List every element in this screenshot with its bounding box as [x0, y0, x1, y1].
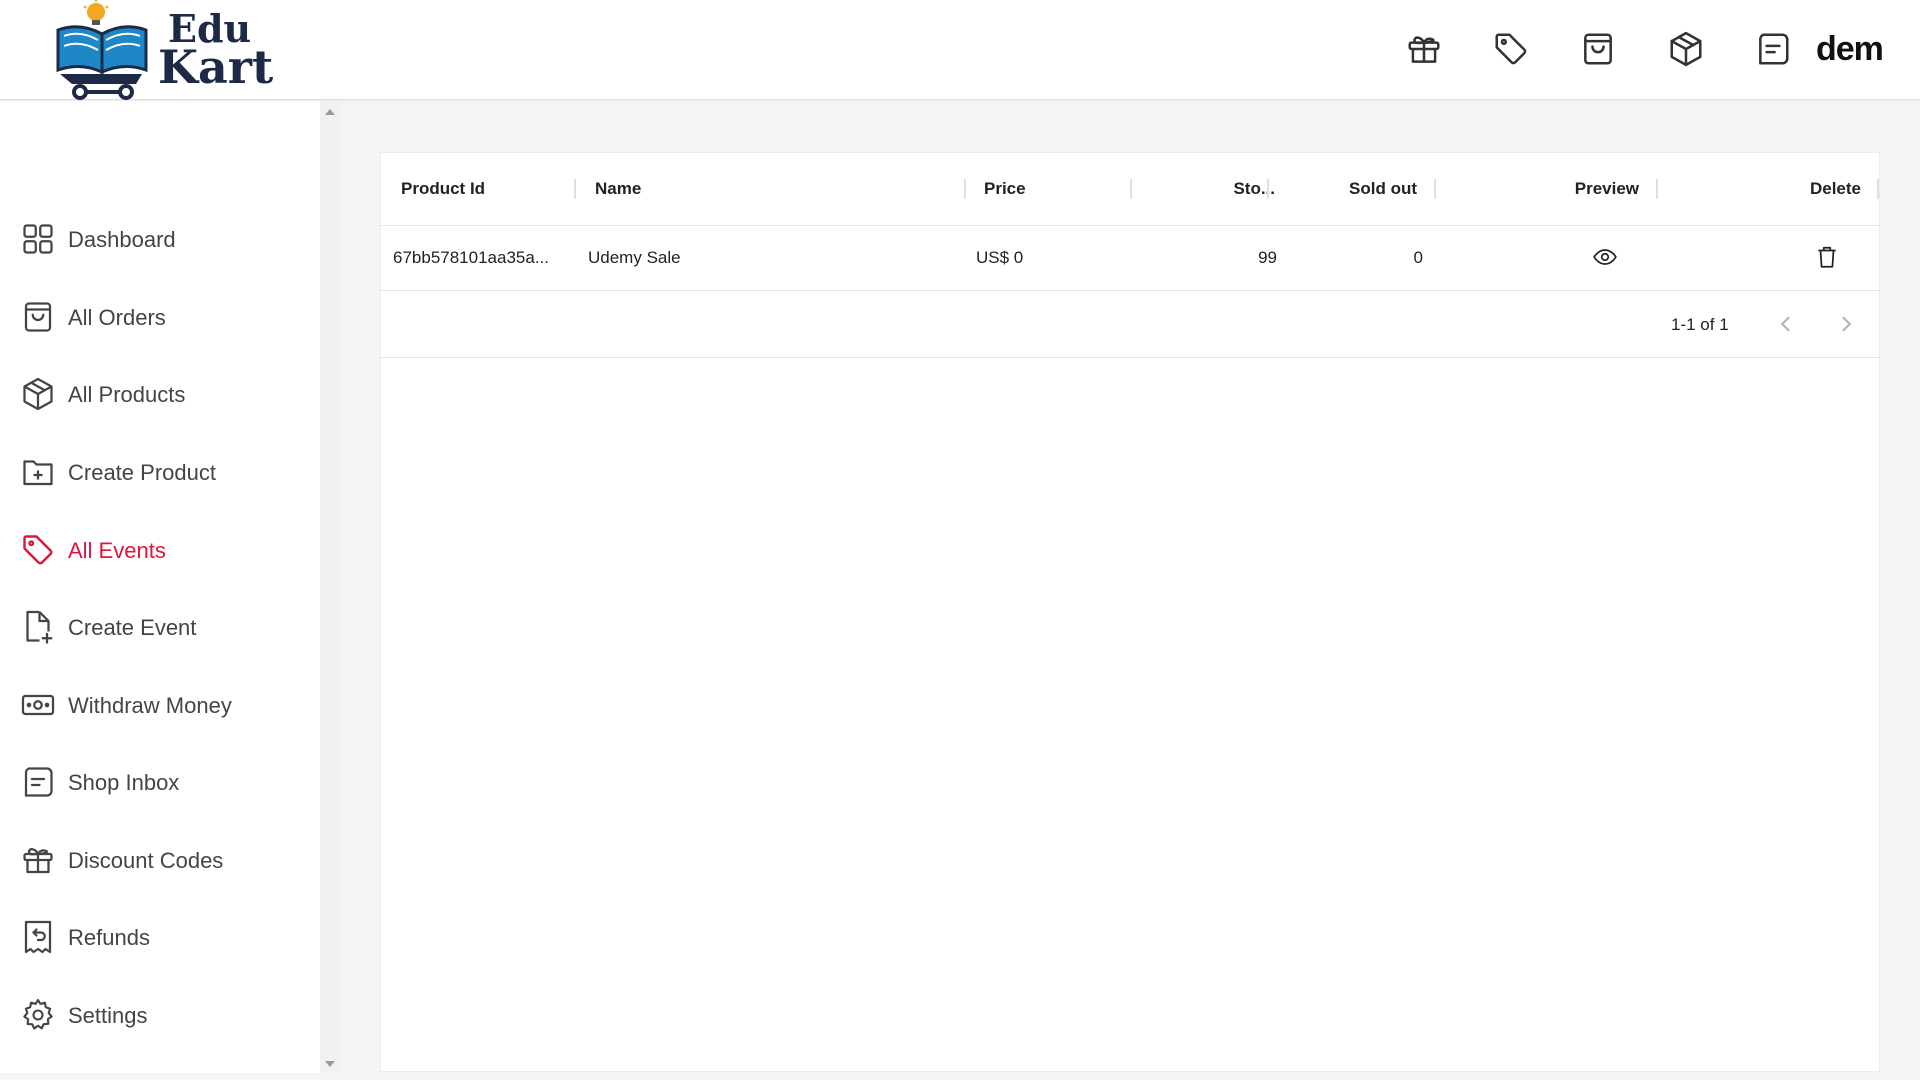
sidebar-item-discount-codes[interactable]: Discount Codes	[20, 836, 310, 884]
top-header: Edu Kart dem	[0, 0, 1920, 100]
cell-product-id: 67bb578101aa35a...	[393, 248, 549, 267]
sidebar-item-create-event[interactable]: Create Event	[20, 603, 310, 651]
column-header-preview[interactable]: Preview	[1511, 179, 1639, 199]
tag-icon	[20, 532, 56, 568]
sidebar-item-label: Settings	[68, 1003, 148, 1028]
sidebar-item-label: All Orders	[68, 305, 166, 330]
sidebar-item-label: Shop Inbox	[68, 770, 180, 795]
sidebar-item-label: Discount Codes	[68, 848, 224, 873]
header-shop-inbox-button[interactable]	[1754, 30, 1792, 68]
sidebar-item-shop-inbox[interactable]: Shop Inbox	[20, 758, 310, 806]
sidebar-item-create-product[interactable]: Create Product	[20, 448, 310, 496]
sidebar-item-withdraw-money[interactable]: Withdraw Money	[20, 681, 310, 729]
events-panel: Product Id Name Price Sto... Sold out Pr…	[380, 152, 1880, 1072]
column-separator[interactable]	[574, 179, 576, 199]
brand-line-2: Kart	[158, 40, 274, 94]
sidebar-item-settings[interactable]: Settings	[20, 991, 310, 1039]
sidebar: Dashboard All Orders All Products Create…	[0, 101, 320, 1073]
package-icon	[20, 376, 56, 412]
sidebar-item-all-products[interactable]: All Products	[20, 370, 310, 418]
shopping-bag-icon	[1584, 33, 1612, 65]
delete-button[interactable]	[1814, 244, 1842, 272]
column-header-product-id[interactable]: Product Id	[401, 179, 485, 199]
chevron-left-icon	[1780, 316, 1790, 332]
table-row[interactable]: 67bb578101aa35a... Udemy Sale US$ 0 99 0	[381, 226, 1879, 291]
sidebar-item-all-events[interactable]: All Events	[20, 526, 310, 574]
sidebar-scrollbar[interactable]	[320, 101, 340, 1073]
trash-icon	[1818, 246, 1836, 268]
receipt-refund-icon	[20, 919, 56, 955]
brand-logo[interactable]: Edu Kart	[50, 0, 273, 100]
sidebar-item-label: Create Product	[68, 460, 216, 485]
column-header-stock[interactable]: Sto...	[1205, 179, 1275, 199]
column-separator[interactable]	[1877, 179, 1879, 199]
table-footer: 1-1 of 1	[381, 291, 1879, 357]
header-all-events-button[interactable]	[1492, 30, 1530, 68]
scroll-up-arrow-icon[interactable]	[325, 109, 335, 115]
scroll-down-arrow-icon[interactable]	[325, 1061, 335, 1067]
column-header-sold-out[interactable]: Sold out	[1341, 179, 1417, 199]
column-header-name[interactable]: Name	[595, 179, 641, 199]
events-table: Product Id Name Price Sto... Sold out Pr…	[381, 153, 1879, 358]
folder-plus-icon	[20, 454, 56, 490]
column-header-price[interactable]: Price	[984, 179, 1026, 199]
cell-price: US$ 0	[976, 248, 1024, 267]
column-separator[interactable]	[1434, 179, 1436, 199]
sidebar-item-all-orders[interactable]: All Orders	[20, 293, 310, 341]
cell-stock: 99	[1258, 248, 1277, 267]
sidebar-item-label: All Events	[68, 538, 166, 563]
header-discount-codes-button[interactable]	[1405, 30, 1443, 68]
cell-sold-out: 0	[1413, 248, 1423, 267]
book-cart-icon	[56, 0, 148, 100]
chevron-right-icon	[1842, 316, 1852, 332]
cell-name: Udemy Sale	[588, 248, 681, 267]
column-separator[interactable]	[1656, 179, 1658, 199]
sidebar-item-label: Dashboard	[68, 227, 176, 252]
sidebar-item-refunds[interactable]: Refunds	[20, 913, 310, 961]
dashboard-grid-icon	[20, 221, 56, 257]
eye-icon	[1593, 249, 1617, 265]
gift-icon	[20, 842, 56, 878]
preview-button[interactable]	[1592, 244, 1620, 272]
pagination-range: 1-1 of 1	[1671, 315, 1729, 334]
banknote-icon	[20, 687, 56, 723]
sidebar-item-label: All Products	[68, 382, 186, 407]
sidebar-item-label: Withdraw Money	[68, 693, 232, 718]
gift-icon	[1408, 36, 1440, 63]
tag-icon	[1495, 33, 1527, 65]
column-separator[interactable]	[964, 179, 966, 199]
previous-page-button[interactable]	[1771, 309, 1801, 339]
message-icon	[1759, 33, 1789, 65]
sidebar-item-dashboard[interactable]: Dashboard	[20, 215, 310, 263]
table-header: Product Id Name Price Sto... Sold out Pr…	[381, 153, 1879, 226]
package-icon	[1670, 31, 1702, 67]
sidebar-item-label: Refunds	[68, 925, 150, 950]
next-page-button[interactable]	[1831, 309, 1861, 339]
file-plus-icon	[20, 609, 56, 645]
gear-icon	[20, 997, 56, 1033]
column-separator[interactable]	[1267, 179, 1269, 199]
column-header-delete[interactable]: Delete	[1761, 179, 1861, 199]
header-user-name[interactable]: dem	[1816, 30, 1920, 69]
message-icon	[20, 764, 56, 800]
sidebar-item-label: Create Event	[68, 615, 197, 640]
shopping-bag-icon	[20, 299, 56, 335]
header-all-products-button[interactable]	[1667, 30, 1705, 68]
column-separator[interactable]	[1130, 179, 1132, 199]
header-all-orders-button[interactable]	[1579, 30, 1617, 68]
